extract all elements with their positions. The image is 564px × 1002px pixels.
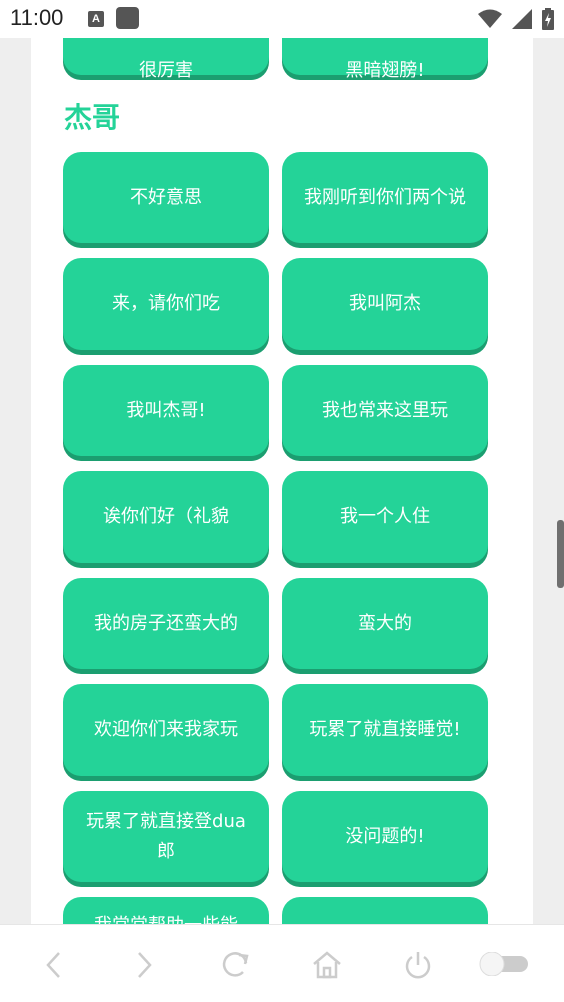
battery-charging-icon bbox=[542, 8, 554, 30]
phrase-label: 没问题的! bbox=[345, 825, 425, 847]
phrase-label: 诶你们好（礼貌 bbox=[103, 506, 229, 527]
phrase-label: 我的房子还蛮大的 bbox=[94, 612, 238, 634]
phrase-label: 我叫阿杰 bbox=[349, 293, 421, 314]
bottom-nav-bar bbox=[0, 924, 564, 1002]
forward-button[interactable] bbox=[124, 945, 164, 985]
phrase-button-partial-top-2[interactable]: 黑暗翅膀! bbox=[282, 38, 488, 81]
phrase-label: 我常常帮助一些能 bbox=[94, 911, 238, 924]
phrase-button[interactable]: 蛮大的 bbox=[282, 578, 488, 669]
status-right-icons bbox=[478, 8, 554, 30]
back-icon bbox=[46, 952, 60, 978]
section-title: 杰哥 bbox=[64, 101, 121, 134]
a-notification-icon: A bbox=[88, 11, 104, 27]
phrase-button[interactable]: 玩累了就直接登dua郎 bbox=[63, 791, 269, 882]
refresh-button[interactable] bbox=[216, 945, 256, 985]
toggle-switch-icon bbox=[479, 951, 528, 977]
home-button[interactable] bbox=[307, 945, 347, 985]
phrase-button[interactable]: 我一个人住 bbox=[282, 471, 488, 563]
refresh-icon bbox=[222, 952, 249, 977]
phrase-label: 我一个人住 bbox=[340, 506, 430, 527]
square-notification-icon bbox=[116, 7, 139, 29]
phrase-button-partial-top-1[interactable]: 很厉害 bbox=[63, 38, 269, 81]
phrase-button[interactable]: 诶你们好（礼貌 bbox=[63, 471, 269, 563]
phrase-button[interactable]: 玩累了就直接睡觉! bbox=[282, 684, 488, 776]
phrase-button[interactable]: 我的房子还蛮大的 bbox=[63, 578, 269, 669]
phrase-label: 欢迎你们来我家玩 bbox=[94, 719, 238, 740]
phrase-label: 我也常来这里玩 bbox=[322, 399, 448, 421]
phrase-button[interactable]: 来，请你们吃 bbox=[63, 258, 269, 350]
status-bar: 11:00 A bbox=[0, 0, 564, 38]
phrase-label: 我叫杰哥! bbox=[126, 399, 206, 421]
phrase-button[interactable]: 我刚听到你们两个说 bbox=[282, 152, 488, 243]
phrase-label: 不好意思 bbox=[130, 186, 202, 208]
phrase-button[interactable]: 我也常来这里玩 bbox=[282, 365, 488, 456]
phrase-button[interactable]: 我叫杰哥! bbox=[63, 365, 269, 456]
phrase-label: 我刚听到你们两个说 bbox=[304, 186, 466, 208]
forward-icon bbox=[138, 952, 152, 978]
back-button[interactable] bbox=[34, 945, 74, 985]
status-time: 11:00 bbox=[10, 5, 64, 30]
phrase-label: 玩累了就直接登dua郎 bbox=[86, 810, 246, 862]
phrase-button[interactable]: 没问题的! bbox=[282, 791, 488, 882]
power-icon bbox=[405, 952, 431, 979]
phrase-button[interactable]: 欢迎你们来我家玩 bbox=[63, 684, 269, 776]
power-button[interactable] bbox=[398, 945, 438, 985]
phrase-panel: 很厉害 黑暗翅膀! 杰哥 不好意思 我刚听到你们两个说 来，请你们吃 我叫阿杰 … bbox=[31, 38, 533, 924]
phrase-label: 来，请你们吃 bbox=[112, 293, 220, 314]
toggle-switch[interactable] bbox=[478, 951, 530, 977]
phrase-label: 黑暗翅膀! bbox=[345, 59, 425, 81]
phrase-button[interactable]: 不好意思 bbox=[63, 152, 269, 243]
signal-icon bbox=[512, 9, 532, 29]
phrase-button[interactable]: 我叫阿杰 bbox=[282, 258, 488, 350]
phrase-button-partial-bottom-1[interactable]: 我常常帮助一些能 bbox=[63, 897, 269, 924]
phrase-button-partial-bottom-2[interactable] bbox=[282, 897, 488, 924]
phrase-label: 蛮大的 bbox=[358, 612, 412, 634]
home-icon bbox=[313, 951, 341, 979]
scrollbar-thumb[interactable] bbox=[557, 520, 564, 588]
phrase-label: 很厉害 bbox=[139, 59, 193, 81]
phrase-label: 玩累了就直接睡觉! bbox=[309, 719, 461, 740]
wifi-icon bbox=[478, 9, 502, 28]
